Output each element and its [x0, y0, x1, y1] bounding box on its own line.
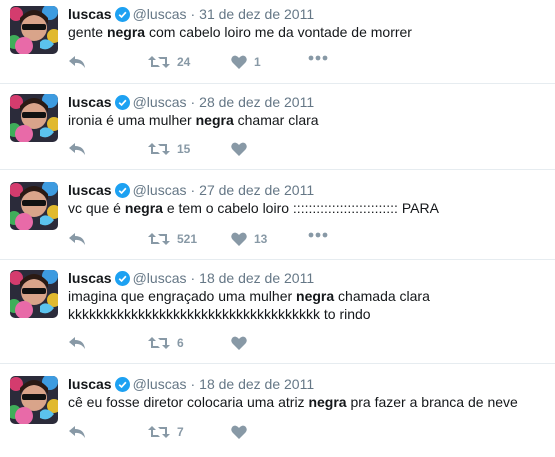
text-segment: ironia é uma mulher [68, 112, 196, 128]
author-name[interactable]: luscas [68, 376, 112, 392]
tweet-date[interactable]: 18 de dez de 2011 [199, 270, 314, 286]
text-segment: gente [68, 24, 107, 40]
tweet-date[interactable]: 18 de dez de 2011 [199, 376, 314, 392]
author-name[interactable]: luscas [68, 270, 112, 286]
author-handle[interactable]: @luscas [133, 94, 187, 110]
text-segment: imagina que engraçado uma mulher [68, 288, 297, 304]
reply-button[interactable] [68, 55, 86, 69]
separator: · [190, 6, 196, 22]
text-segment: chamada clara [334, 288, 430, 304]
tweet[interactable]: luscas @luscas · 27 de dez de 2011 vc que é… [0, 176, 555, 260]
like-button[interactable]: 13 [231, 232, 267, 246]
retweet-count: 7 [177, 425, 184, 439]
avatar[interactable] [10, 182, 58, 230]
text-segment: com cabelo loiro me da vontade de morrer [145, 24, 412, 40]
heart-icon [231, 336, 247, 350]
text-segment: e tem o cabelo loiro :::::::::::::::::::… [162, 200, 439, 216]
text-segment: cê eu fosse diretor colocaria uma atriz [68, 394, 309, 410]
like-button[interactable] [231, 142, 254, 156]
text-keyword: negra [308, 394, 347, 410]
text-keyword: negra [296, 288, 335, 304]
retweet-count: 6 [177, 336, 184, 350]
tweet-text: imagina que engraçado uma mulher negra c… [68, 287, 548, 323]
tweet-text: ironia é uma mulher negra chamar clara [68, 111, 548, 129]
timeline: luscas @luscas · 31 de dez de 2011 gente ne… [0, 0, 555, 457]
separator: · [190, 376, 196, 392]
tweet-text: vc que é negra e tem o cabelo loiro ::::… [68, 199, 548, 217]
reply-icon [68, 55, 86, 69]
heart-icon [231, 142, 247, 156]
retweet-icon [148, 55, 170, 69]
text-keyword: negra [195, 112, 234, 128]
separator: · [190, 94, 196, 110]
retweet-icon [148, 142, 170, 156]
more-button[interactable] [308, 55, 328, 61]
reply-icon [68, 425, 86, 439]
reply-button[interactable] [68, 142, 86, 156]
retweet-button[interactable]: 15 [148, 142, 190, 156]
more-icon [308, 232, 328, 238]
like-button[interactable] [231, 336, 254, 350]
author-handle[interactable]: @luscas [133, 376, 187, 392]
retweet-icon [148, 336, 170, 350]
tweet[interactable]: luscas @luscas · 28 de dez de 2011 ironia é… [0, 88, 555, 170]
reply-button[interactable] [68, 232, 86, 246]
text-segment: chamar clara [233, 112, 319, 128]
avatar[interactable] [10, 270, 58, 318]
separator: · [190, 182, 196, 198]
author-name[interactable]: luscas [68, 6, 112, 22]
like-button[interactable] [231, 425, 254, 439]
like-button[interactable]: 1 [231, 55, 261, 69]
retweet-count: 24 [177, 55, 191, 69]
more-icon [308, 55, 328, 61]
retweet-icon [148, 232, 170, 246]
author-handle[interactable]: @luscas [133, 6, 187, 22]
author-name[interactable]: luscas [68, 182, 112, 198]
tweet-date[interactable]: 27 de dez de 2011 [199, 182, 314, 198]
retweet-icon [148, 425, 170, 439]
text-line-2: kkkkkkkkkkkkkkkkkkkkkkkkkkkkkkkkkkkk to … [68, 306, 371, 322]
text-segment: vc que é [68, 200, 125, 216]
text-keyword: negra [106, 24, 146, 40]
author-name[interactable]: luscas [68, 94, 112, 110]
tweet-text: cê eu fosse diretor colocaria uma atriz … [68, 393, 548, 411]
retweet-button[interactable]: 7 [148, 425, 184, 439]
avatar[interactable] [10, 94, 58, 142]
avatar[interactable] [10, 376, 58, 424]
tweet-date[interactable]: 31 de dez de 2011 [199, 6, 314, 22]
author-handle[interactable]: @luscas [133, 182, 187, 198]
retweet-count: 15 [177, 142, 191, 156]
text-keyword: negra [124, 200, 163, 216]
tweet-text: gente negra com cabelo loiro me da vonta… [68, 23, 548, 41]
retweet-button[interactable]: 6 [148, 336, 184, 350]
heart-icon [231, 232, 247, 246]
reply-icon [68, 232, 86, 246]
heart-icon [231, 55, 247, 69]
reply-button[interactable] [68, 425, 86, 439]
text-segment: pra fazer a branca de neve [346, 394, 518, 410]
tweet[interactable]: luscas @luscas · 18 de dez de 2011 cê eu fo… [0, 370, 555, 457]
tweet-date[interactable]: 28 de dez de 2011 [199, 94, 314, 110]
author-handle[interactable]: @luscas [133, 270, 187, 286]
like-count: 1 [254, 55, 261, 69]
heart-icon [231, 425, 247, 439]
reply-icon [68, 336, 86, 350]
retweet-count: 521 [177, 232, 198, 246]
separator: · [190, 270, 196, 286]
reply-icon [68, 142, 86, 156]
tweet[interactable]: luscas @luscas · 18 de dez de 2011 imagina … [0, 264, 555, 364]
reply-button[interactable] [68, 336, 86, 350]
like-count: 13 [254, 232, 268, 246]
retweet-button[interactable]: 24 [148, 55, 190, 69]
retweet-button[interactable]: 521 [148, 232, 197, 246]
more-button[interactable] [308, 232, 328, 238]
avatar[interactable] [10, 6, 58, 54]
tweet[interactable]: luscas @luscas · 31 de dez de 2011 gente ne… [0, 0, 555, 84]
